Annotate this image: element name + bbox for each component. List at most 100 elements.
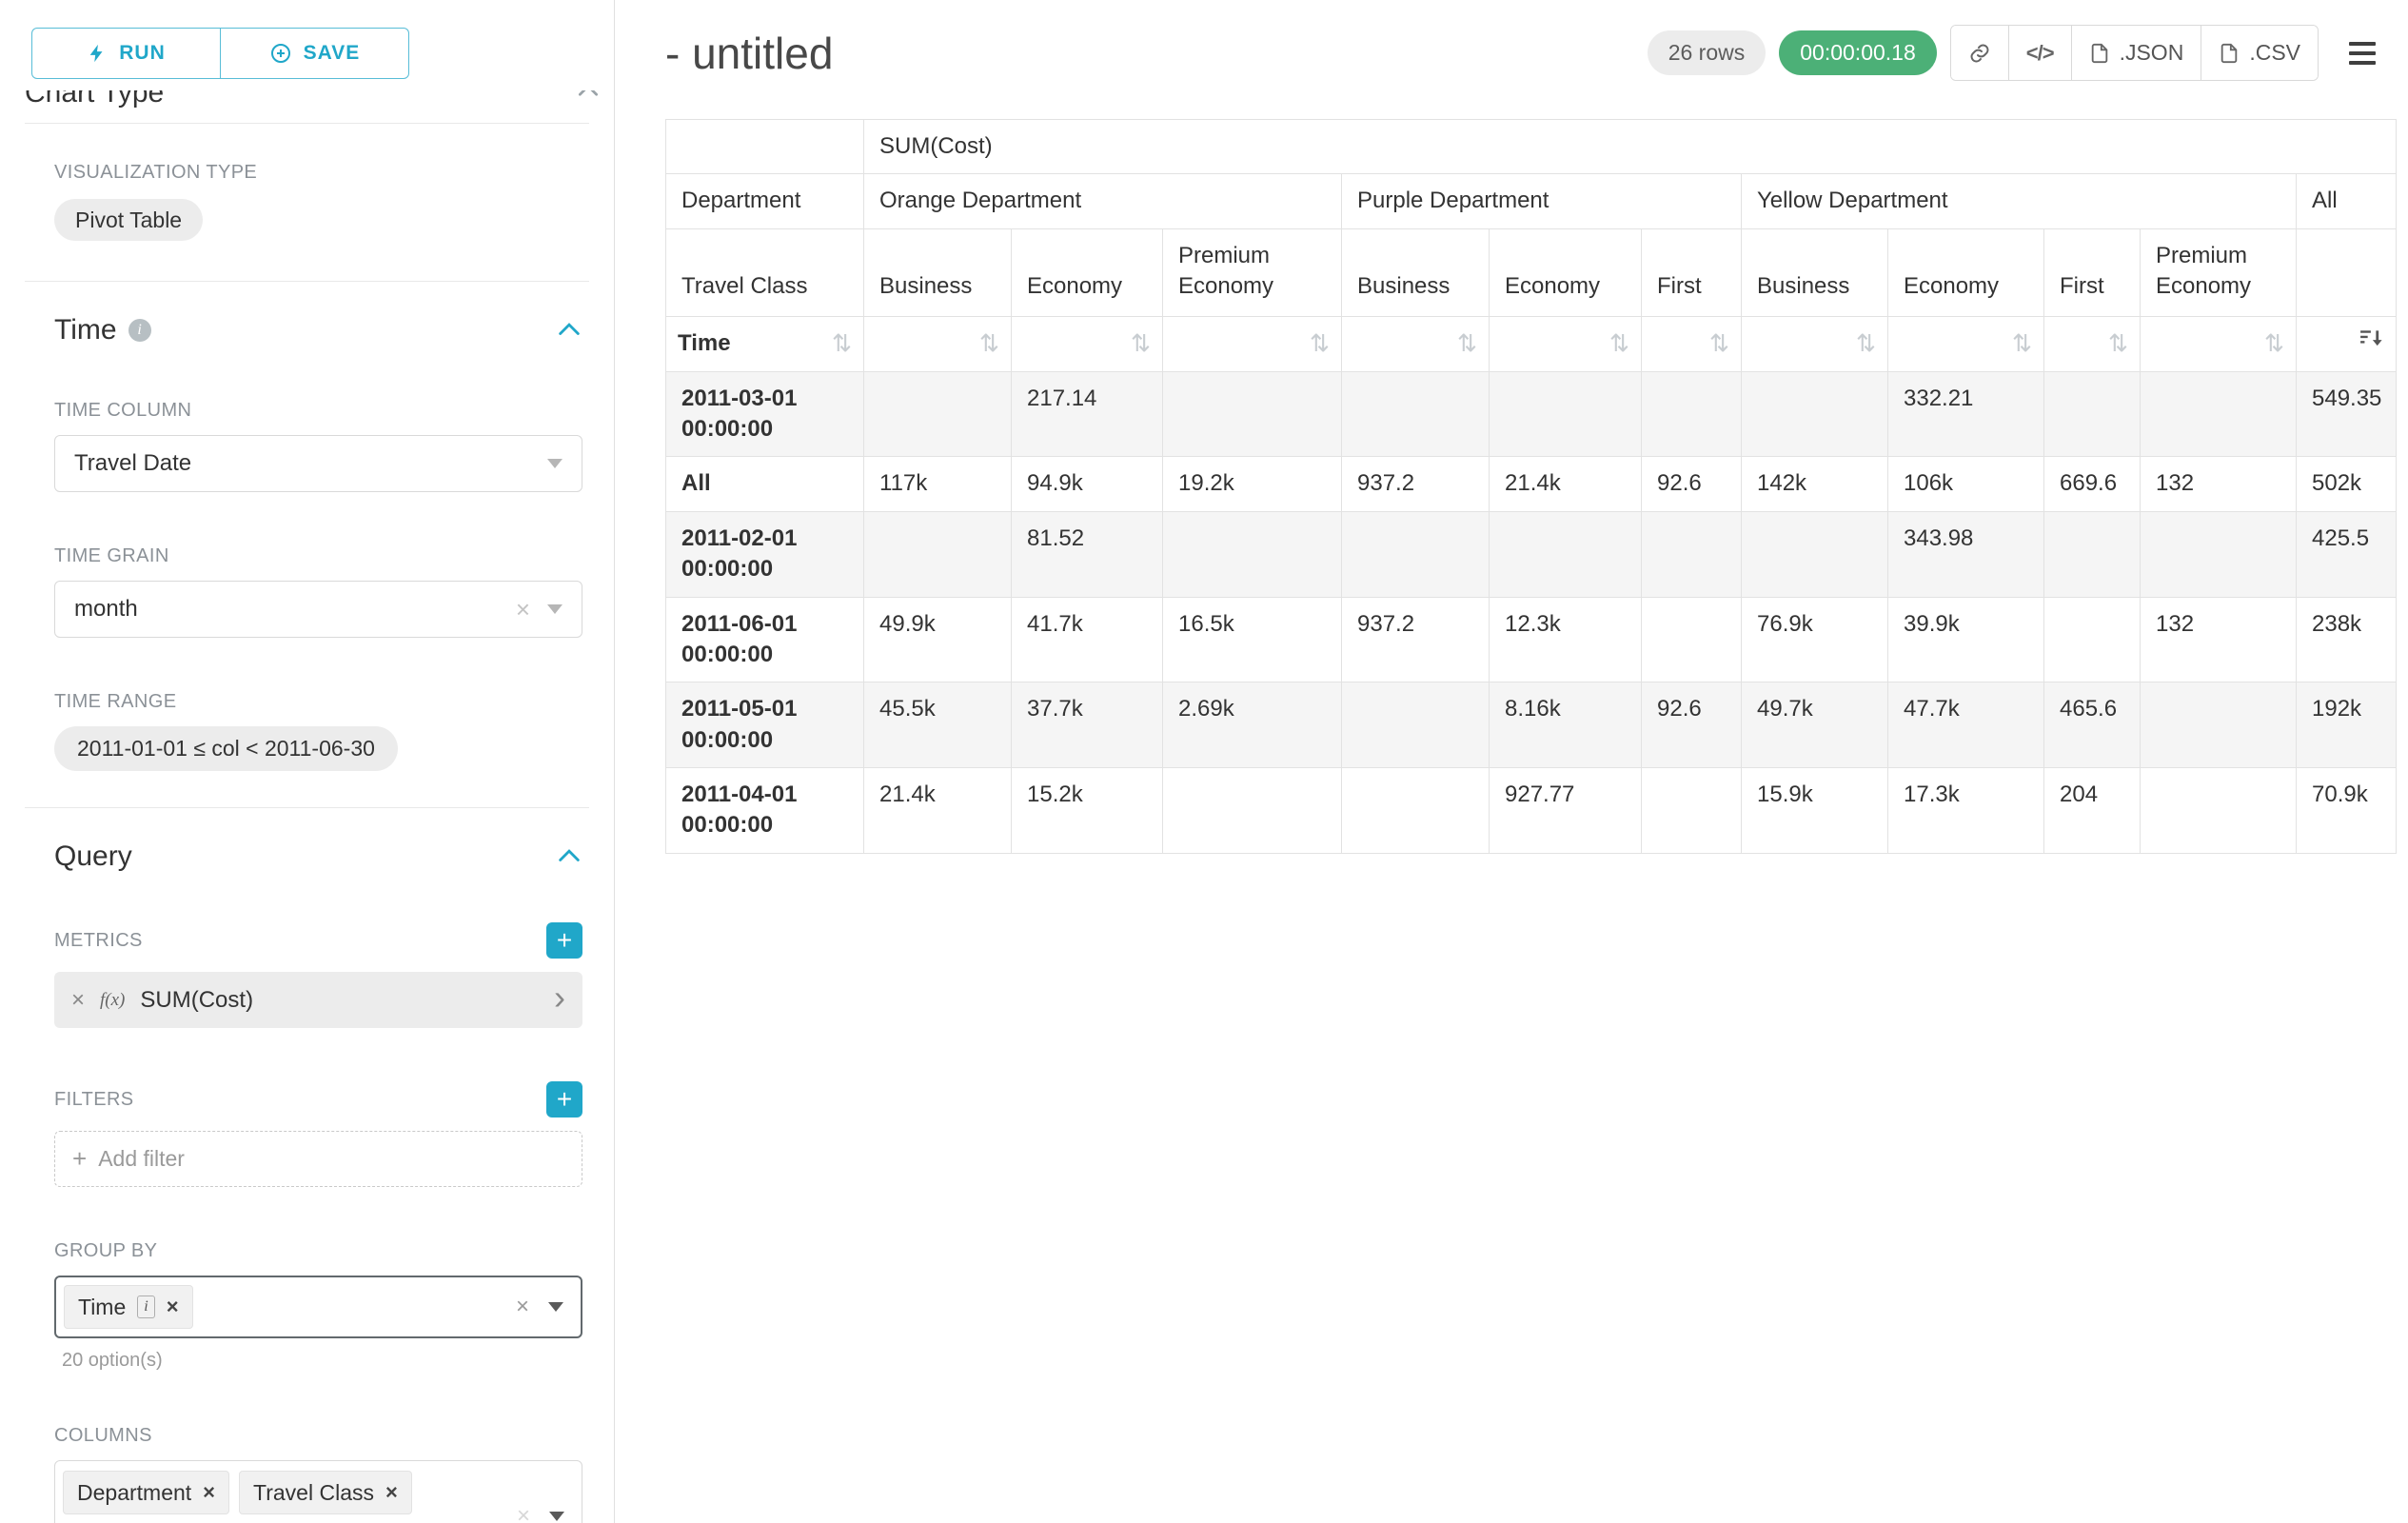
sort-icon[interactable]: ⇅ [1709, 332, 1729, 356]
pivot-cell [1342, 768, 1490, 854]
sort-icon[interactable]: ⇅ [2264, 332, 2284, 356]
plus-icon: + [72, 1144, 87, 1174]
columns-label: COLUMNS [54, 1425, 582, 1447]
pivot-cell [1642, 371, 1742, 457]
pivot-cell: 94.9k [1012, 457, 1163, 511]
pivot-sort-cell[interactable]: ⇅ [864, 316, 1012, 371]
pivot-group-header: Purple Department [1342, 174, 1742, 228]
pivot-cell: 425.5 [2297, 511, 2397, 597]
collapse-chevron-icon[interactable] [556, 317, 582, 344]
columns-tag-label: Department [77, 1480, 191, 1506]
pivot-cell: 92.6 [1642, 682, 1742, 768]
pivot-leaf-header: Economy [1490, 228, 1642, 316]
sort-icon[interactable]: ⇅ [1457, 332, 1477, 356]
time-range-label: TIME RANGE [54, 691, 582, 713]
pivot-cell [1642, 597, 1742, 682]
pivot-sort-cell[interactable]: ⇅ [2044, 316, 2141, 371]
sort-icon[interactable]: ⇅ [1310, 332, 1330, 356]
sort-icon[interactable]: ⇅ [1131, 332, 1151, 356]
metrics-label: METRICS [54, 930, 143, 952]
pivot-cell [2141, 768, 2297, 854]
pivot-col-dimension: Department [666, 174, 864, 228]
pivot-cell: 669.6 [2044, 457, 2141, 511]
pivot-cell [1642, 768, 1742, 854]
sort-cell-content: ⇅ [1353, 332, 1477, 356]
chevron-right-icon[interactable]: › [554, 980, 565, 1015]
export-json-button[interactable]: .JSON [2071, 26, 2201, 80]
pivot-sort-cell[interactable]: ⇅ [2141, 316, 2297, 371]
save-button-label: SAVE [304, 42, 361, 65]
clear-icon[interactable]: × [517, 1505, 530, 1523]
sort-cell-content: ⇅ [1900, 332, 2032, 356]
embed-code-button[interactable]: </> [2008, 26, 2071, 80]
pivot-cell: 204 [2044, 768, 2141, 854]
hamburger-menu-icon[interactable] [2341, 34, 2383, 72]
pivot-cell [1490, 511, 1642, 597]
columns-tag[interactable]: Travel Class× [239, 1471, 412, 1514]
remove-tag-icon[interactable]: × [385, 1482, 398, 1503]
pivot-leaf-header: Premium Economy [1163, 228, 1342, 316]
time-grain-select[interactable]: month × [54, 581, 582, 638]
pivot-cell: 41.7k [1012, 597, 1163, 682]
pivot-sort-cell[interactable]: ⇅ [1490, 316, 1642, 371]
save-button[interactable]: SAVE [220, 28, 409, 79]
columns-select[interactable]: Department×Travel Class× × [54, 1460, 582, 1523]
sort-icon[interactable]: ⇅ [979, 332, 999, 356]
remove-tag-icon[interactable]: × [203, 1482, 215, 1503]
viz-type-pill[interactable]: Pivot Table [54, 199, 203, 241]
pivot-leaf-header: Premium Economy [2141, 228, 2297, 316]
pivot-cell [1163, 371, 1342, 457]
pivot-sort-row-header[interactable]: Time⇅ [666, 316, 864, 371]
pivot-leaf-header: Economy [1012, 228, 1163, 316]
pivot-sort-cell[interactable]: ⇅ [1642, 316, 1742, 371]
remove-metric-icon[interactable]: × [71, 989, 85, 1012]
pivot-cell [2141, 682, 2297, 768]
clear-icon[interactable]: × [516, 1296, 529, 1318]
sort-icon[interactable]: ⇅ [832, 332, 852, 356]
pivot-sort-cell[interactable]: ⇅ [1342, 316, 1490, 371]
sort-icon[interactable]: ⇅ [2012, 332, 2032, 356]
pivot-row-header: 2011-03-01 00:00:00 [666, 371, 864, 457]
columns-tag[interactable]: Department × [63, 1471, 229, 1514]
function-icon: f(x) [100, 990, 125, 1011]
sort-icon[interactable]: ⇅ [1856, 332, 1876, 356]
code-icon: </> [2026, 41, 2054, 66]
pivot-leaf-header: Business [864, 228, 1012, 316]
group-by-tag[interactable]: Timei× [64, 1285, 193, 1329]
add-filter-dropzone[interactable]: + Add filter [54, 1131, 582, 1187]
pivot-sort-cell[interactable]: ⇅ [1012, 316, 1163, 371]
sort-icon[interactable]: ⇅ [2108, 332, 2128, 356]
sort-icon[interactable]: ⇅ [1609, 332, 1629, 356]
pivot-cell [1742, 371, 1888, 457]
time-column-select[interactable]: Travel Date [54, 435, 582, 492]
pivot-row-dimension: Travel Class [666, 228, 864, 316]
filters-label: FILTERS [54, 1089, 134, 1111]
pivot-table: SUM(Cost)DepartmentOrange DepartmentPurp… [665, 119, 2397, 854]
sort-cell-content: ⇅ [876, 332, 999, 356]
time-range-pill[interactable]: 2011-01-01 ≤ col < 2011-06-30 [54, 726, 398, 771]
row-count-badge: 26 rows [1648, 30, 1767, 75]
add-filter-button[interactable]: + [546, 1081, 582, 1118]
run-button[interactable]: RUN [31, 28, 221, 79]
pivot-group-header: Yellow Department [1742, 174, 2297, 228]
remove-tag-icon[interactable]: × [167, 1296, 179, 1317]
pivot-sort-cell[interactable]: ⇅ [1163, 316, 1342, 371]
copy-link-button[interactable] [1951, 26, 2008, 80]
pivot-cell: 12.3k [1490, 597, 1642, 682]
pivot-sort-cell[interactable]: ⇅ [1888, 316, 2044, 371]
sort-descending-icon[interactable] [2359, 326, 2384, 360]
metric-pill[interactable]: × f(x) SUM(Cost) › [54, 972, 582, 1028]
pivot-header-row: Travel ClassBusinessEconomyPremium Econo… [666, 228, 2397, 316]
group-by-select[interactable]: Timei× × [54, 1276, 582, 1338]
pivot-cell [1490, 371, 1642, 457]
table-row: 2011-05-01 00:00:0045.5k37.7k2.69k8.16k9… [666, 682, 2397, 768]
pivot-sort-cell[interactable] [2297, 316, 2397, 371]
pivot-cell [2141, 511, 2297, 597]
add-metric-button[interactable]: + [546, 922, 582, 959]
clear-icon[interactable]: × [516, 597, 530, 622]
pivot-cell [2141, 371, 2297, 457]
collapse-chevron-icon[interactable] [556, 843, 582, 870]
sort-cell-content: ⇅ [2152, 332, 2284, 356]
export-csv-button[interactable]: .CSV [2201, 26, 2318, 80]
pivot-sort-cell[interactable]: ⇅ [1742, 316, 1888, 371]
